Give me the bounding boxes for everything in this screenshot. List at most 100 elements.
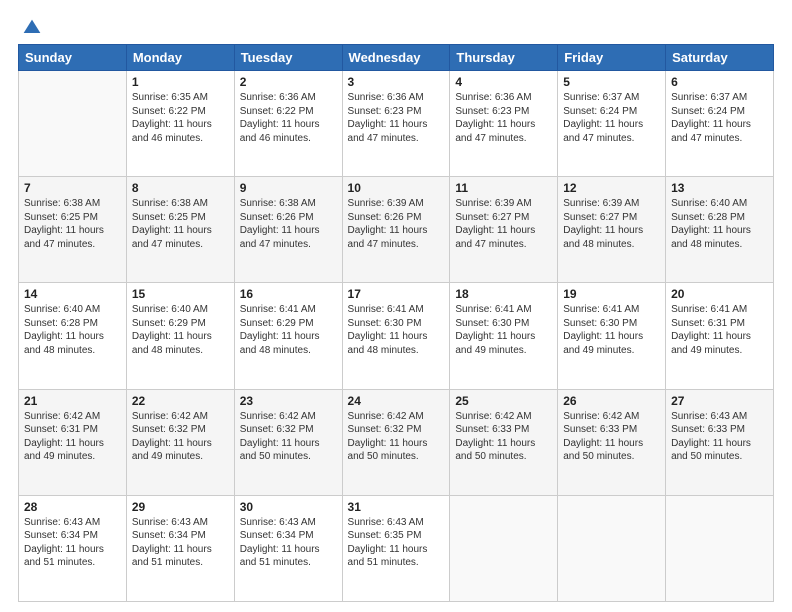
calendar-cell: 30 Sunrise: 6:43 AM Sunset: 6:34 PM Dayli… [234, 495, 342, 601]
day-number: 17 [348, 287, 445, 301]
weekday-header-thursday: Thursday [450, 45, 558, 71]
day-number: 5 [563, 75, 660, 89]
day-number: 6 [671, 75, 768, 89]
calendar-cell: 25Sunrise: 6:42 AM Sunset: 6:33 PM Dayli… [450, 389, 558, 495]
day-number: 8 [132, 181, 229, 195]
cell-info: Sunrise: 6:37 AM Sunset: 6:24 PM Dayligh… [671, 91, 768, 145]
calendar-cell: 6 Sunrise: 6:37 AM Sunset: 6:24 PM Daylig… [666, 71, 774, 177]
calendar-cell [666, 495, 774, 601]
day-number: 20 [671, 287, 768, 301]
header [18, 18, 774, 34]
day-number: 16 [240, 287, 337, 301]
day-number: 19 [563, 287, 660, 301]
calendar-week-row: 21 Sunrise: 6:42 AM Sunset: 6:31 PM Dayli… [19, 389, 774, 495]
calendar-cell: 19 Sunrise: 6:41 AM Sunset: 6:30 PM Dayli… [558, 283, 666, 389]
calendar-cell: 7 Sunrise: 6:38 AM Sunset: 6:25 PM Daylig… [19, 177, 127, 283]
weekday-header-tuesday: Tuesday [234, 45, 342, 71]
calendar-cell [558, 495, 666, 601]
day-number: 22 [132, 394, 229, 408]
calendar-cell: 27 Sunrise: 6:43 AM Sunset: 6:33 PM Dayli… [666, 389, 774, 495]
cell-info: Sunrise: 6:43 AM Sunset: 6:34 PM Dayligh… [24, 516, 121, 570]
cell-info: Sunrise: 6:41 AM Sunset: 6:30 PM Dayligh… [455, 303, 552, 357]
calendar-cell: 28 Sunrise: 6:43 AM Sunset: 6:34 PM Dayli… [19, 495, 127, 601]
cell-info: Sunrise: 6:36 AM Sunset: 6:23 PM Dayligh… [455, 91, 552, 145]
cell-info: Sunrise: 6:42 AM Sunset: 6:32 PM Dayligh… [240, 410, 337, 464]
cell-info: Sunrise: 6:42 AM Sunset: 6:33 PM Dayligh… [563, 410, 660, 464]
logo [18, 18, 42, 34]
calendar-cell: 16 Sunrise: 6:41 AM Sunset: 6:29 PM Dayli… [234, 283, 342, 389]
cell-info: Sunrise: 6:39 AM Sunset: 6:27 PM Dayligh… [563, 197, 660, 251]
cell-info: Sunrise: 6:41 AM Sunset: 6:31 PM Dayligh… [671, 303, 768, 357]
page: SundayMondayTuesdayWednesdayThursdayFrid… [0, 0, 792, 612]
day-number: 31 [348, 500, 445, 514]
calendar-cell: 8Sunrise: 6:38 AM Sunset: 6:25 PM Daylig… [126, 177, 234, 283]
cell-info: Sunrise: 6:37 AM Sunset: 6:24 PM Dayligh… [563, 91, 660, 145]
day-number: 11 [455, 181, 552, 195]
day-number: 1 [132, 75, 229, 89]
cell-info: Sunrise: 6:43 AM Sunset: 6:34 PM Dayligh… [132, 516, 229, 570]
day-number: 10 [348, 181, 445, 195]
cell-info: Sunrise: 6:41 AM Sunset: 6:30 PM Dayligh… [563, 303, 660, 357]
day-number: 15 [132, 287, 229, 301]
cell-info: Sunrise: 6:39 AM Sunset: 6:26 PM Dayligh… [348, 197, 445, 251]
weekday-header-friday: Friday [558, 45, 666, 71]
calendar-cell: 3 Sunrise: 6:36 AM Sunset: 6:23 PM Daylig… [342, 71, 450, 177]
cell-info: Sunrise: 6:43 AM Sunset: 6:33 PM Dayligh… [671, 410, 768, 464]
day-number: 13 [671, 181, 768, 195]
cell-info: Sunrise: 6:39 AM Sunset: 6:27 PM Dayligh… [455, 197, 552, 251]
calendar-table: SundayMondayTuesdayWednesdayThursdayFrid… [18, 44, 774, 602]
day-number: 7 [24, 181, 121, 195]
calendar-cell: 11 Sunrise: 6:39 AM Sunset: 6:27 PM Dayli… [450, 177, 558, 283]
weekday-header-sunday: Sunday [19, 45, 127, 71]
cell-info: Sunrise: 6:42 AM Sunset: 6:33 PM Dayligh… [455, 410, 552, 464]
day-number: 2 [240, 75, 337, 89]
calendar-cell: 14 Sunrise: 6:40 AM Sunset: 6:28 PM Dayli… [19, 283, 127, 389]
day-number: 29 [132, 500, 229, 514]
cell-info: Sunrise: 6:40 AM Sunset: 6:28 PM Dayligh… [24, 303, 121, 357]
day-number: 23 [240, 394, 337, 408]
day-number: 21 [24, 394, 121, 408]
calendar-cell: 17 Sunrise: 6:41 AM Sunset: 6:30 PM Dayli… [342, 283, 450, 389]
logo-icon [22, 18, 42, 38]
cell-info: Sunrise: 6:41 AM Sunset: 6:30 PM Dayligh… [348, 303, 445, 357]
day-number: 28 [24, 500, 121, 514]
calendar-cell: 15Sunrise: 6:40 AM Sunset: 6:29 PM Dayli… [126, 283, 234, 389]
day-number: 3 [348, 75, 445, 89]
calendar-cell: 24 Sunrise: 6:42 AM Sunset: 6:32 PM Dayli… [342, 389, 450, 495]
calendar-week-row: 7 Sunrise: 6:38 AM Sunset: 6:25 PM Daylig… [19, 177, 774, 283]
day-number: 14 [24, 287, 121, 301]
calendar-cell: 22 Sunrise: 6:42 AM Sunset: 6:32 PM Dayli… [126, 389, 234, 495]
day-number: 30 [240, 500, 337, 514]
cell-info: Sunrise: 6:41 AM Sunset: 6:29 PM Dayligh… [240, 303, 337, 357]
calendar-cell: 9Sunrise: 6:38 AM Sunset: 6:26 PM Daylig… [234, 177, 342, 283]
cell-info: Sunrise: 6:36 AM Sunset: 6:23 PM Dayligh… [348, 91, 445, 145]
day-number: 27 [671, 394, 768, 408]
calendar-cell: 18 Sunrise: 6:41 AM Sunset: 6:30 PM Dayli… [450, 283, 558, 389]
calendar-cell: 5 Sunrise: 6:37 AM Sunset: 6:24 PM Daylig… [558, 71, 666, 177]
day-number: 24 [348, 394, 445, 408]
calendar-cell: 26Sunrise: 6:42 AM Sunset: 6:33 PM Dayli… [558, 389, 666, 495]
calendar-week-row: 1 Sunrise: 6:35 AM Sunset: 6:22 PM Daylig… [19, 71, 774, 177]
calendar-cell: 20 Sunrise: 6:41 AM Sunset: 6:31 PM Dayli… [666, 283, 774, 389]
cell-info: Sunrise: 6:42 AM Sunset: 6:32 PM Dayligh… [132, 410, 229, 464]
calendar-cell: 4 Sunrise: 6:36 AM Sunset: 6:23 PM Daylig… [450, 71, 558, 177]
cell-info: Sunrise: 6:42 AM Sunset: 6:32 PM Dayligh… [348, 410, 445, 464]
calendar-cell [450, 495, 558, 601]
day-number: 4 [455, 75, 552, 89]
weekday-header-wednesday: Wednesday [342, 45, 450, 71]
cell-info: Sunrise: 6:42 AM Sunset: 6:31 PM Dayligh… [24, 410, 121, 464]
day-number: 9 [240, 181, 337, 195]
cell-info: Sunrise: 6:38 AM Sunset: 6:25 PM Dayligh… [24, 197, 121, 251]
cell-info: Sunrise: 6:43 AM Sunset: 6:34 PM Dayligh… [240, 516, 337, 570]
cell-info: Sunrise: 6:35 AM Sunset: 6:22 PM Dayligh… [132, 91, 229, 145]
calendar-cell: 10 Sunrise: 6:39 AM Sunset: 6:26 PM Dayli… [342, 177, 450, 283]
day-number: 12 [563, 181, 660, 195]
calendar-cell: 1 Sunrise: 6:35 AM Sunset: 6:22 PM Daylig… [126, 71, 234, 177]
day-number: 18 [455, 287, 552, 301]
calendar-header-row: SundayMondayTuesdayWednesdayThursdayFrid… [19, 45, 774, 71]
calendar-week-row: 28 Sunrise: 6:43 AM Sunset: 6:34 PM Dayli… [19, 495, 774, 601]
calendar-cell: 12 Sunrise: 6:39 AM Sunset: 6:27 PM Dayli… [558, 177, 666, 283]
cell-info: Sunrise: 6:36 AM Sunset: 6:22 PM Dayligh… [240, 91, 337, 145]
calendar-week-row: 14 Sunrise: 6:40 AM Sunset: 6:28 PM Dayli… [19, 283, 774, 389]
weekday-header-monday: Monday [126, 45, 234, 71]
